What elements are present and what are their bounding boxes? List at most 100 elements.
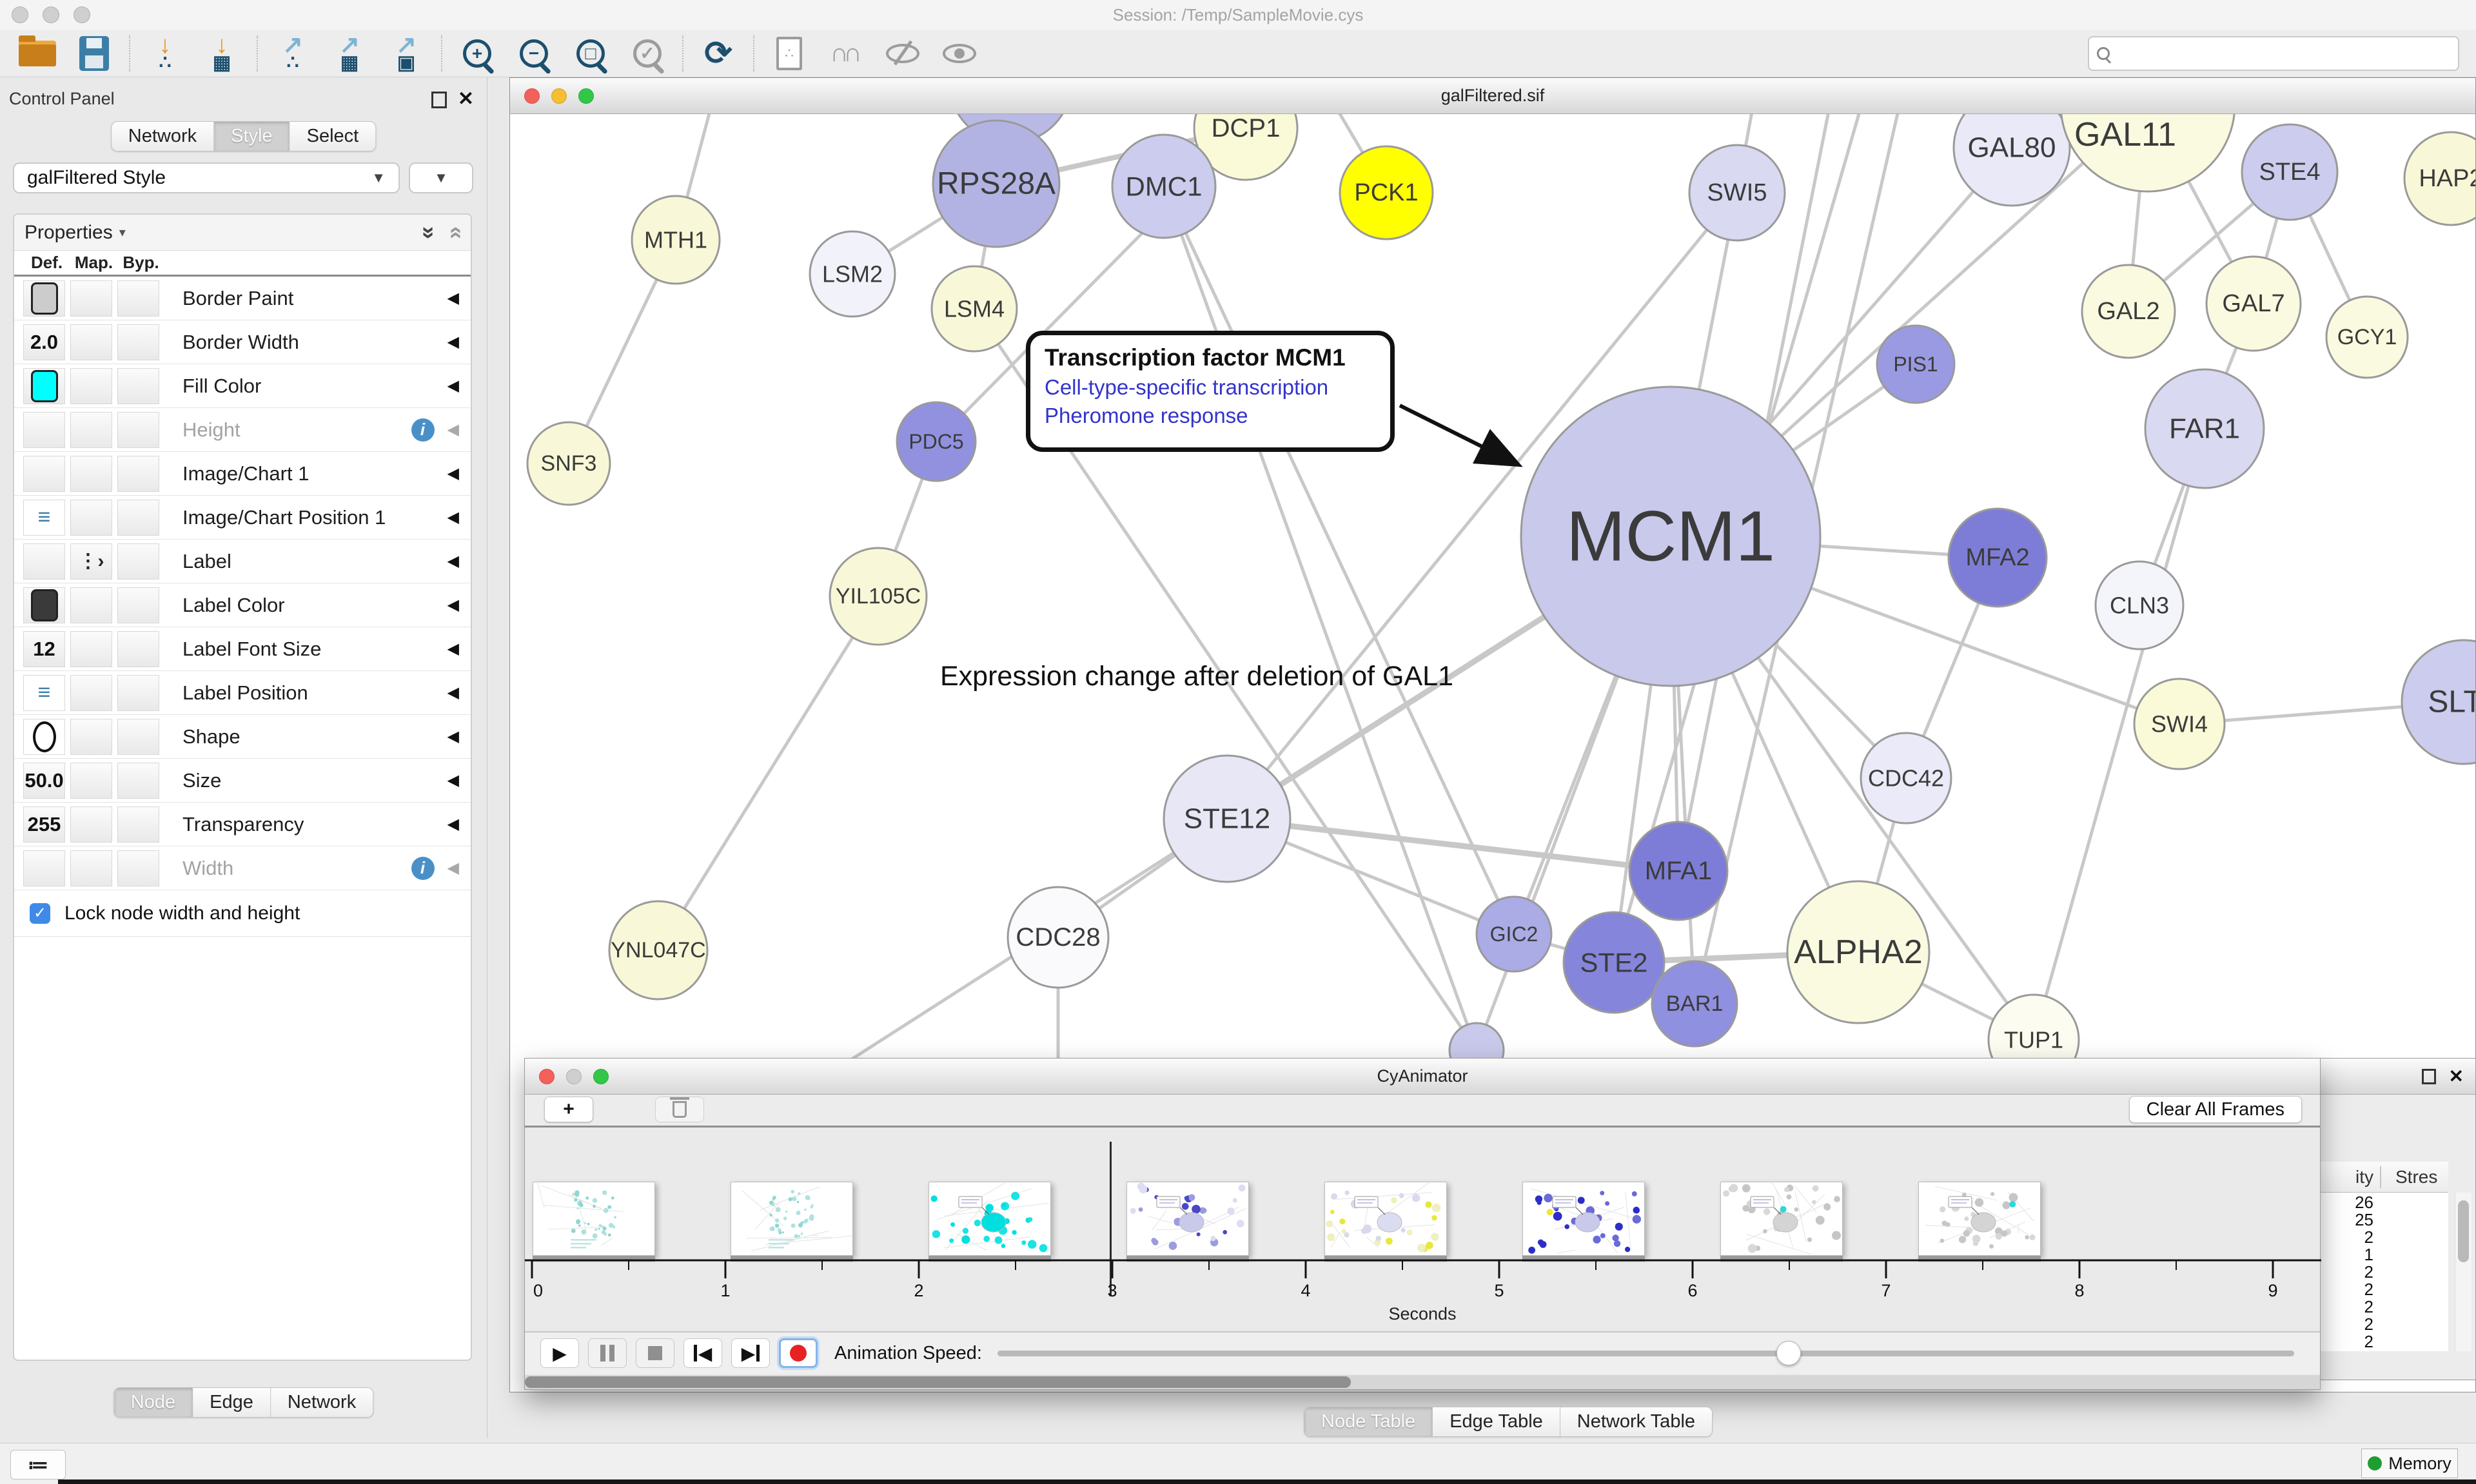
default-value-cell[interactable] [23,412,65,448]
expand-arrow-icon[interactable]: ◀ [447,552,459,571]
record-button[interactable] [779,1338,818,1368]
frame-thumbnail-4[interactable] [1126,1182,1249,1256]
zoom-out-icon[interactable]: − [506,32,562,75]
bypass-cell[interactable] [117,631,159,667]
birdseye-icon[interactable]: ∩∩ [818,32,874,75]
zoom-fit-icon[interactable]: □ [562,32,619,75]
expand-arrow-icon[interactable]: ◀ [447,289,459,308]
property-row[interactable]: Heighti◀ [14,408,471,452]
table-column-headers[interactable]: ity Stres [2319,1162,2448,1193]
bypass-cell[interactable] [117,806,159,843]
mapping-cell[interactable] [70,280,112,317]
property-row[interactable]: Widthi◀ [14,846,471,890]
column-header[interactable]: ity [2319,1167,2373,1187]
default-value-cell[interactable] [23,280,65,317]
zoom-in-icon[interactable]: + [449,32,506,75]
network-window-titlebar[interactable]: galFiltered.sif [510,78,2475,114]
open-session-icon[interactable] [9,32,66,75]
clear-all-frames-button[interactable]: Clear All Frames [2129,1096,2302,1123]
frame-thumbnail-6[interactable] [1522,1182,1645,1256]
bypass-cell[interactable] [117,324,159,360]
mapping-cell[interactable] [70,368,112,404]
bypass-cell[interactable] [117,412,159,448]
tab-edge[interactable]: Edge [193,1388,271,1417]
import-network-icon[interactable]: ↓∴ [137,32,193,75]
export-table-icon[interactable]: ↗▦ [321,32,378,75]
mapping-cell[interactable] [70,763,112,799]
property-row[interactable]: ≡Image/Chart Position 1◀ [14,496,471,540]
network-edge[interactable] [658,596,878,950]
mapping-cell[interactable] [70,456,112,492]
default-value-cell[interactable]: 50.0 [23,763,65,799]
mapping-cell[interactable] [70,631,112,667]
mapping-cell[interactable] [70,324,112,360]
bypass-cell[interactable] [117,719,159,755]
tab-edge-table[interactable]: Edge Table [1433,1407,1560,1436]
expand-arrow-icon[interactable]: ◀ [447,596,459,614]
skip-to-end-button[interactable]: ▶ [731,1338,770,1368]
refresh-icon[interactable]: ⟳ [690,32,747,75]
expand-arrow-icon[interactable]: ◀ [447,333,459,351]
bypass-cell[interactable] [117,763,159,799]
bypass-cell[interactable] [117,850,159,886]
expand-arrow-icon[interactable]: ◀ [447,859,459,877]
property-row[interactable]: 50.0Size◀ [14,759,471,803]
save-session-icon[interactable] [66,32,123,75]
default-value-cell[interactable]: 255 [23,806,65,843]
tab-node[interactable]: Node [114,1388,193,1417]
default-value-cell[interactable] [23,368,65,404]
slider-thumb[interactable] [1776,1341,1801,1365]
float-window-icon[interactable] [431,92,447,108]
snapshot-icon[interactable]: ∴ [761,32,818,75]
style-options-button[interactable]: ▼ [409,162,473,193]
horizontal-scrollbar[interactable] [525,1375,2320,1389]
property-row[interactable]: 12Label Font Size◀ [14,627,471,671]
status-list-button[interactable]: ≔ [10,1450,66,1479]
property-row[interactable]: 2.0Border Width◀ [14,320,471,364]
expand-arrow-icon[interactable]: ◀ [447,683,459,702]
mapping-cell[interactable] [70,806,112,843]
frame-thumbnail-7[interactable] [1720,1182,1843,1256]
close-icon[interactable]: ✕ [2449,1066,2464,1087]
default-value-cell[interactable] [23,850,65,886]
mapping-cell[interactable] [70,500,112,536]
tab-select[interactable]: Select [290,122,376,151]
memory-button[interactable]: Memory [2361,1449,2458,1478]
tab-network[interactable]: Network [271,1388,373,1417]
tab-node-table[interactable]: Node Table [1304,1407,1433,1436]
property-row[interactable]: Image/Chart 1◀ [14,452,471,496]
expand-all-icon[interactable]: » [416,226,443,239]
import-table-icon[interactable]: ↓▦ [193,32,250,75]
default-value-cell[interactable] [23,719,65,755]
default-value-cell[interactable]: ≡ [23,500,65,536]
bypass-cell[interactable] [117,280,159,317]
property-row[interactable]: ⋮›Label◀ [14,540,471,583]
frame-thumbnail-2[interactable] [731,1182,853,1256]
bypass-cell[interactable] [117,587,159,623]
bypass-cell[interactable] [117,543,159,580]
bypass-cell[interactable] [117,500,159,536]
collapse-all-icon[interactable]: » [440,226,467,239]
expand-arrow-icon[interactable]: ◀ [447,727,459,746]
property-row[interactable]: Fill Color◀ [14,364,471,408]
zoom-selected-icon[interactable]: ✓ [619,32,676,75]
property-row[interactable]: 255Transparency◀ [14,803,471,846]
export-network-icon[interactable]: ↗∴ [264,32,321,75]
play-button[interactable]: ▶ [540,1338,579,1368]
tab-network-table[interactable]: Network Table [1560,1407,1712,1436]
tab-style[interactable]: Style [214,122,290,151]
bypass-cell[interactable] [117,675,159,711]
search-box[interactable] [2088,36,2459,71]
network-edge[interactable] [1164,186,1477,1050]
hide-graphics-icon[interactable] [874,32,931,75]
cyanimator-titlebar[interactable]: CyAnimator [525,1059,2320,1095]
export-image-icon[interactable]: ↗▣ [378,32,435,75]
add-frame-button[interactable]: + [544,1097,593,1122]
style-dropdown[interactable]: galFiltered Style ▼ [13,162,400,193]
animation-speed-slider[interactable] [997,1351,2294,1356]
default-value-cell[interactable] [23,456,65,492]
vertical-scrollbar[interactable] [2455,1193,2471,1351]
mapping-cell[interactable] [70,412,112,448]
bypass-cell[interactable] [117,368,159,404]
property-row[interactable]: Shape◀ [14,715,471,759]
